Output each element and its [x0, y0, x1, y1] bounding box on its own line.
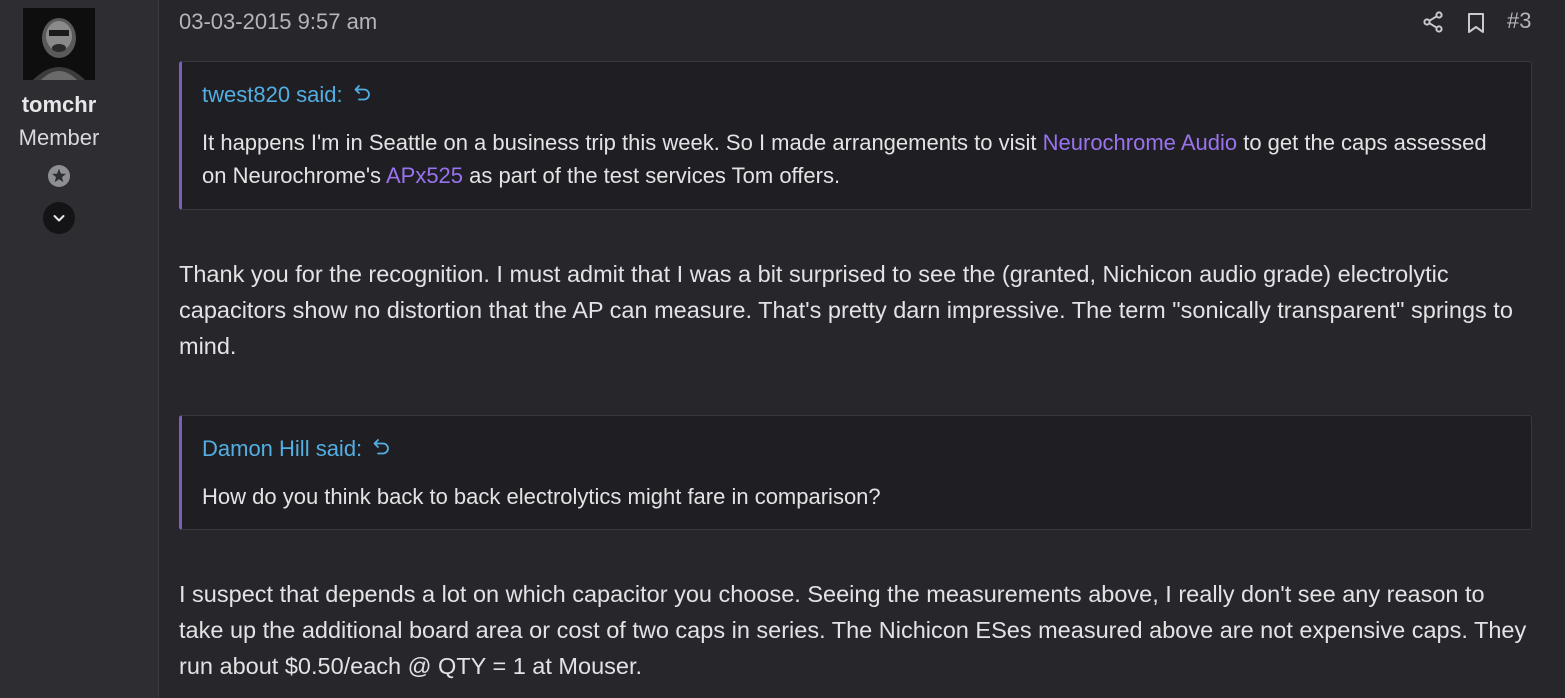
- quote-text-part: as part of the test services Tom offers.: [463, 163, 841, 188]
- jump-arrow-icon[interactable]: [353, 82, 373, 108]
- apx525-link[interactable]: APx525: [386, 163, 463, 188]
- share-icon[interactable]: [1421, 10, 1445, 34]
- avatar[interactable]: [23, 8, 95, 80]
- quote-author-link[interactable]: Damon Hill said:: [202, 436, 392, 462]
- user-column: tomchr Member: [0, 0, 159, 698]
- post-main: 03-03-2015 9:57 am #3 twest820 said: It …: [159, 0, 1565, 698]
- post-number-link[interactable]: #3: [1507, 8, 1531, 34]
- user-title: Member: [18, 125, 100, 150]
- quote-block: Damon Hill said: How do you think back t…: [179, 415, 1532, 530]
- user-expand-button[interactable]: [43, 202, 75, 234]
- neurochrome-audio-link[interactable]: Neurochrome Audio: [1043, 130, 1237, 155]
- chevron-down-icon: [53, 215, 65, 222]
- bookmark-icon[interactable]: [1465, 11, 1487, 35]
- star-circle-icon: [47, 164, 71, 188]
- quote-text-part: It happens I'm in Seattle on a business …: [202, 130, 1043, 155]
- quote-block: twest820 said: It happens I'm in Seattle…: [179, 61, 1532, 210]
- username[interactable]: tomchr: [0, 92, 118, 118]
- quote-author-link[interactable]: twest820 said:: [202, 82, 373, 108]
- forum-post: tomchr Member 03-03-2015 9:57 am #3 twes…: [0, 0, 1565, 698]
- quote-author[interactable]: twest820 said:: [202, 82, 343, 108]
- quote-text: It happens I'm in Seattle on a business …: [202, 126, 1512, 192]
- quote-text: How do you think back to back electrolyt…: [202, 484, 881, 509]
- post-paragraph: I suspect that depends a lot on which ca…: [179, 581, 1527, 679]
- quote-author[interactable]: Damon Hill said:: [202, 436, 362, 462]
- post-date[interactable]: 03-03-2015 9:57 am: [179, 9, 377, 35]
- jump-arrow-icon[interactable]: [372, 436, 392, 462]
- post-paragraph: Thank you for the recognition. I must ad…: [179, 261, 1513, 359]
